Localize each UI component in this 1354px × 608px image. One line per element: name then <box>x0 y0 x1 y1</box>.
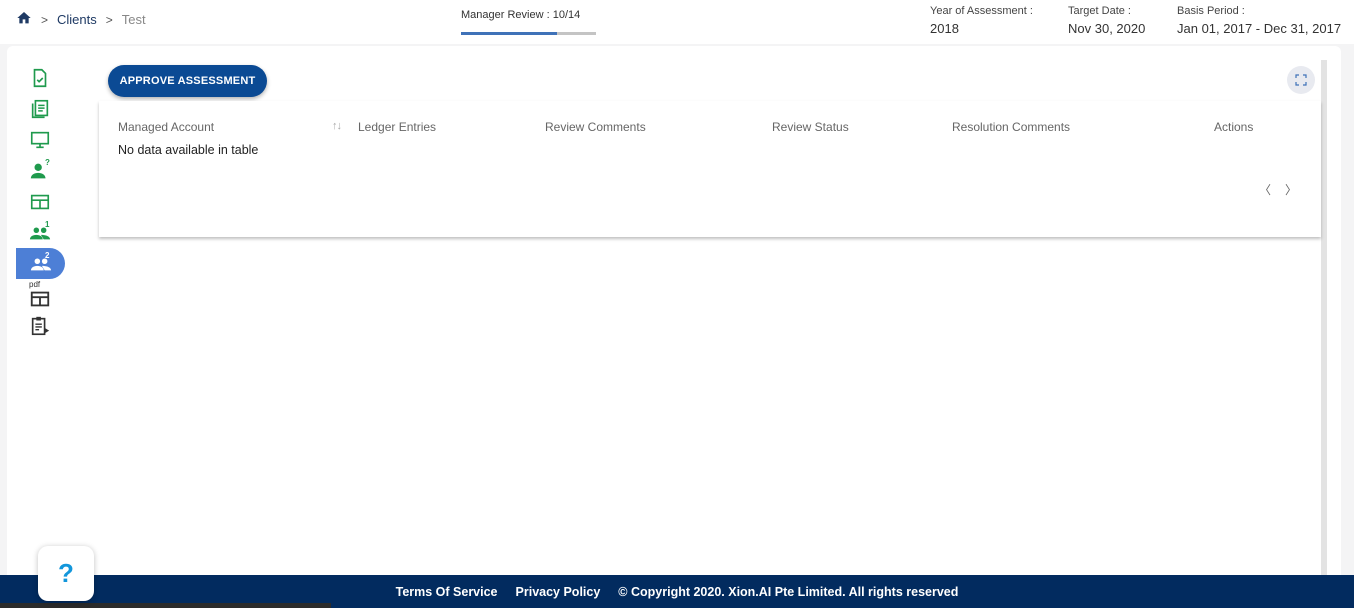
sidebar: ? 1 2 pdf <box>16 62 66 341</box>
nav-document-list[interactable] <box>16 93 64 124</box>
document-list-icon <box>31 99 49 118</box>
nav-table[interactable] <box>16 186 64 217</box>
breadcrumb-separator: > <box>41 12 49 27</box>
nav-document-check[interactable] <box>16 62 64 93</box>
basis-label: Basis Period : <box>1177 5 1245 17</box>
progress-label: Manager Review : 10/14 <box>461 9 581 21</box>
pager-prev-button[interactable]: 〈 <box>1259 181 1271 198</box>
target-date: Target Date : Nov 30, 2020 <box>1068 5 1145 36</box>
data-table: Managed Account ↑↓ Ledger Entries Review… <box>99 101 1321 237</box>
nav-people-1[interactable]: 1 <box>16 217 64 248</box>
scrollbar[interactable] <box>1321 60 1327 576</box>
column-header-review-status[interactable]: Review Status <box>772 120 849 134</box>
fullscreen-icon <box>1295 74 1307 86</box>
pdf-tag: pdf <box>29 280 41 289</box>
column-header-review-comments[interactable]: Review Comments <box>545 120 646 134</box>
terms-link[interactable]: Terms Of Service <box>396 585 498 599</box>
target-value: Nov 30, 2020 <box>1068 21 1146 36</box>
progress-fill <box>461 32 558 35</box>
nav-people-2[interactable]: 2 <box>16 248 65 279</box>
nav-clipboard-play[interactable] <box>16 310 64 341</box>
target-label: Target Date : <box>1068 5 1131 17</box>
approve-assessment-button[interactable]: APPROVE ASSESSMENT <box>108 65 267 97</box>
nav-person-question[interactable]: ? <box>16 155 64 186</box>
empty-table-message: No data available in table <box>118 143 259 157</box>
nav-superscript: 2 <box>45 251 50 260</box>
year-value: 2018 <box>930 21 959 36</box>
pager-next-button[interactable]: 〉 <box>1285 181 1297 198</box>
year-label: Year of Assessment : <box>930 5 1033 17</box>
sort-icon[interactable]: ↑↓ <box>332 120 342 132</box>
breadcrumb-clients[interactable]: Clients <box>57 12 97 27</box>
nav-superscript: 1 <box>45 220 50 229</box>
top-bar: > Clients > Test Manager Review : 10/14 … <box>0 0 1354 44</box>
table-icon <box>30 194 50 209</box>
progress-track <box>461 32 596 35</box>
column-header-actions: Actions <box>1214 120 1254 134</box>
privacy-link[interactable]: Privacy Policy <box>516 585 601 599</box>
help-button[interactable]: ? <box>38 546 94 601</box>
breadcrumb-current: Test <box>121 12 146 27</box>
nav-superscript: ? <box>45 158 50 167</box>
basis-period: Basis Period : Jan 01, 2017 - Dec 31, 20… <box>1177 5 1341 36</box>
bottom-strip <box>0 603 331 608</box>
monitor-icon <box>30 131 50 148</box>
home-icon[interactable] <box>16 10 32 29</box>
copyright-text: © Copyright 2020. Xion.AI Pte Limited. A… <box>618 584 959 599</box>
column-header-resolution-comments[interactable]: Resolution Comments <box>952 120 1070 134</box>
fullscreen-button[interactable] <box>1287 66 1315 94</box>
column-header-managed-account[interactable]: Managed Account <box>118 120 214 134</box>
nav-pdf-table[interactable]: pdf <box>16 279 64 310</box>
year-of-assessment: Year of Assessment : 2018 <box>930 5 1033 36</box>
nav-monitor[interactable] <box>16 124 64 155</box>
pdf-table-icon <box>30 291 50 306</box>
column-header-ledger-entries[interactable]: Ledger Entries <box>358 120 436 134</box>
basis-value: Jan 01, 2017 - Dec 31, 2017 <box>1177 21 1342 36</box>
clipboard-play-icon <box>31 316 50 335</box>
breadcrumb-separator: > <box>105 12 113 27</box>
breadcrumb: > Clients > Test <box>16 10 146 29</box>
document-check-icon <box>33 68 47 87</box>
review-progress: Manager Review : 10/14 <box>461 9 596 35</box>
